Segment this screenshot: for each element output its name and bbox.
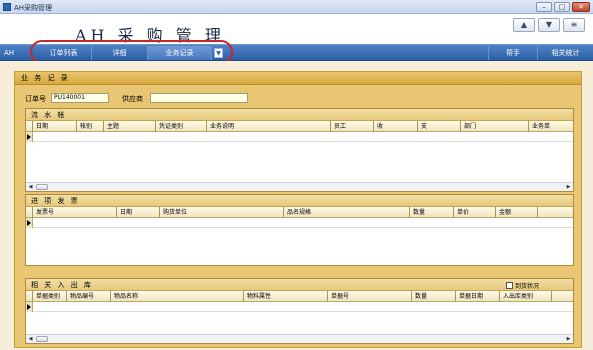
col-product-spec[interactable]: 品名规格 (284, 207, 410, 218)
order-number-field[interactable]: PU140001 (51, 93, 109, 103)
scroll-right-icon[interactable]: ▶ (565, 184, 572, 190)
row-header-corner (26, 121, 33, 132)
content-area: 业 务 记 录 订单号 PU140001 供应商 流 水 帐 日期 帐别 主题 … (0, 61, 593, 350)
col-invoice-no[interactable]: 发票号 (33, 207, 117, 218)
col-item-name[interactable]: 物品名称 (111, 291, 244, 302)
scroll-right-icon[interactable]: ▶ (565, 336, 572, 342)
current-row-indicator-icon (26, 132, 33, 142)
close-button[interactable]: ✕ (572, 2, 590, 12)
col-employee[interactable]: 员工 (331, 121, 374, 132)
col-income[interactable]: 收 (374, 121, 418, 132)
col-quantity[interactable]: 数量 (410, 207, 454, 218)
col-doc-date[interactable]: 单据日期 (456, 291, 500, 302)
col-expense[interactable]: 支 (418, 121, 461, 132)
invoice-grid-header: 发票号 日期 购货单位 品名规格 数量 单价 金额 (26, 207, 573, 218)
window-title: AH采购管理 (14, 4, 53, 12)
flow-grid-header: 日期 帐别 主题 凭证类别 业务说明 员工 收 支 部门 业务单 (26, 121, 573, 132)
col-item-code[interactable]: 物品编号 (67, 291, 111, 302)
tab-statistics[interactable]: 相关统计 (538, 46, 593, 60)
col-doc-type[interactable]: 单据类别 (33, 291, 67, 302)
panel-title: 业 务 记 录 (15, 72, 581, 85)
table-row[interactable] (26, 132, 573, 142)
current-row-indicator-icon (26, 302, 33, 312)
invoice-section-title: 进 项 发 票 (26, 195, 573, 207)
minimize-button[interactable]: – (536, 2, 552, 12)
table-row[interactable] (26, 218, 573, 228)
flow-section-title: 流 水 帐 (26, 109, 573, 121)
col-business-doc[interactable]: 业务单 (529, 121, 575, 132)
down-arrow-icon[interactable]: ▼ (538, 18, 560, 32)
col-business-desc[interactable]: 业务说明 (207, 121, 331, 132)
scroll-left-icon[interactable]: ◀ (27, 184, 34, 190)
col-amount[interactable]: 金额 (496, 207, 538, 218)
scroll-left-icon[interactable]: ◀ (27, 336, 34, 342)
arrival-status-label: 到货状况 (514, 283, 539, 290)
flow-horizontal-scrollbar[interactable]: ◀ ▶ (26, 182, 573, 191)
flow-section: 流 水 帐 日期 帐别 主题 凭证类别 业务说明 员工 收 支 部门 业务单 ◀… (25, 108, 574, 192)
col-buyer[interactable]: 购货单位 (160, 207, 284, 218)
tab-helper[interactable]: 帮手 (488, 46, 538, 60)
col-date[interactable]: 日期 (33, 121, 77, 132)
maximize-button[interactable]: □ (554, 2, 570, 12)
menu-icon[interactable]: ≡ (563, 18, 585, 32)
checkbox-icon[interactable] (505, 282, 513, 289)
scroll-thumb[interactable] (36, 184, 48, 190)
supplier-field[interactable] (150, 93, 248, 103)
col-department[interactable]: 部门 (461, 121, 529, 132)
col-material-attr[interactable]: 物料属性 (244, 291, 328, 302)
col-stock-quantity[interactable]: 数量 (412, 291, 456, 302)
row-header-corner (26, 291, 33, 302)
table-row[interactable] (26, 302, 573, 312)
up-arrow-icon[interactable]: ▲ (513, 18, 535, 32)
business-record-panel: 业 务 记 录 订单号 PU140001 供应商 流 水 帐 日期 帐别 主题 … (14, 71, 582, 348)
stock-io-section-title: 相 关 入 出 库 到货状况 (26, 279, 573, 291)
col-invoice-date[interactable]: 日期 (117, 207, 160, 218)
row-header-corner (26, 207, 33, 218)
order-number-label: 订单号 (25, 95, 46, 103)
stock-io-section: 相 关 入 出 库 到货状况 单据类别 物品编号 物品名称 物料属性 单据号 数… (25, 278, 574, 344)
stock-grid-header: 单据类别 物品编号 物品名称 物料属性 单据号 数量 单据日期 入出库类别 (26, 291, 573, 302)
stock-io-title-text: 相 关 入 出 库 (31, 281, 93, 289)
col-subject[interactable]: 主题 (104, 121, 156, 132)
col-doc-number[interactable]: 单据号 (328, 291, 412, 302)
stock-horizontal-scrollbar[interactable]: ◀ ▶ (26, 334, 573, 343)
col-account[interactable]: 帐别 (77, 121, 104, 132)
col-unit-price[interactable]: 单价 (454, 207, 496, 218)
current-row-indicator-icon (26, 218, 33, 228)
window-titlebar: AH采购管理 – □ ✕ (0, 0, 593, 14)
supplier-label: 供应商 (122, 95, 143, 103)
col-io-type[interactable]: 入出库类别 (500, 291, 552, 302)
nav-ah-label: AH (4, 49, 15, 57)
app-icon (3, 3, 11, 11)
scroll-thumb[interactable] (36, 336, 48, 342)
col-voucher-type[interactable]: 凭证类别 (156, 121, 207, 132)
invoice-section: 进 项 发 票 发票号 日期 购货单位 品名规格 数量 单价 金额 (25, 194, 574, 266)
